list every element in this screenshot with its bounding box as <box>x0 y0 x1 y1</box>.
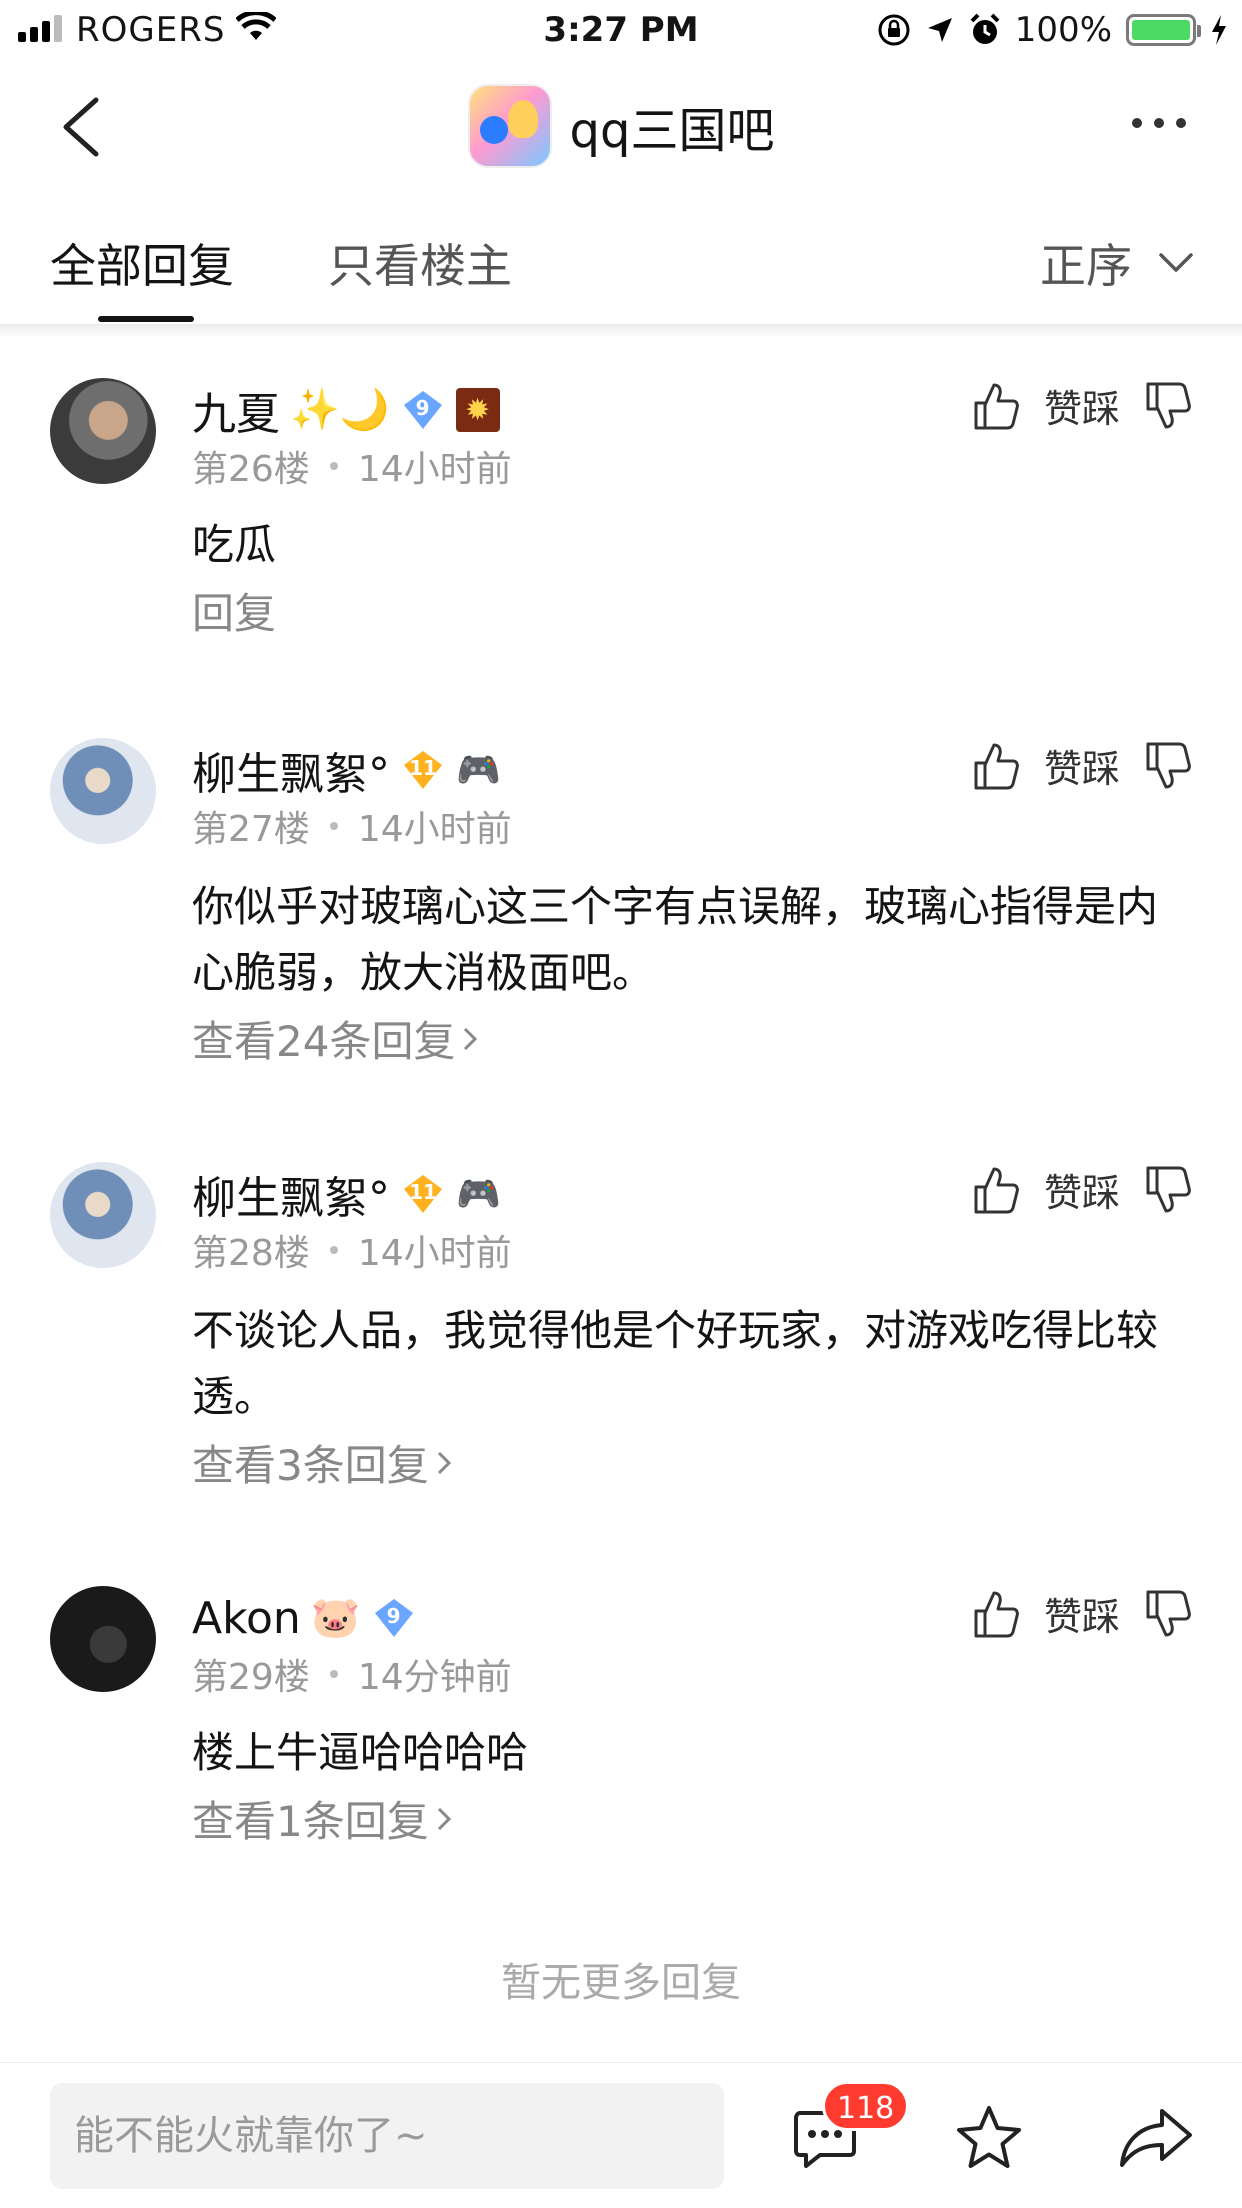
level-badge: 11 <box>400 747 446 793</box>
reply-content: 你似乎对玻璃心这三个字有点误解，玻璃心指得是内心脆弱，放大消极面吧。 <box>192 882 1159 997</box>
medal-icon: ✹ <box>455 388 500 432</box>
reply-content: 不谈论人品，我觉得他是个好玩家，对游戏吃得比较透。 <box>192 1306 1159 1421</box>
vote-label: 赞踩 <box>1043 747 1120 791</box>
forum-name: qq三国吧 <box>569 103 775 159</box>
tabs-divider <box>0 324 1242 338</box>
thumbs-up-icon[interactable] <box>972 1589 1020 1639</box>
reply-content: 楼上牛逼哈哈哈哈 <box>192 1728 529 1777</box>
view-replies-link[interactable]: 查看24条回复 <box>192 1008 479 1069</box>
reply-item: 九夏 ✨🌙 9 ✹ 第26楼 14小时前 赞踩 吃瓜 回复 <box>0 378 1242 678</box>
sort-label: 正序 <box>1040 239 1132 293</box>
gamepad-icon: 🎮 <box>456 750 501 791</box>
reply-item: 柳生飘絮° 11 🎮 第28楼 14小时前 赞踩 不谈论人品，我觉得他是个好玩家… <box>0 1162 1242 1502</box>
vote-label: 赞踩 <box>1043 1171 1120 1215</box>
username[interactable]: 柳生飘絮° <box>192 1162 390 1226</box>
location-icon <box>927 18 952 42</box>
share-icon[interactable] <box>1118 2105 1194 2171</box>
reply-tabs: 全部回复 只看楼主 正序 <box>0 212 1242 324</box>
post-time: 14分钟前 <box>357 1657 512 1698</box>
floor-number: 第27楼 <box>192 809 310 850</box>
thumbs-down-icon[interactable] <box>1144 381 1192 431</box>
reply-item: Akon 🐷 9 第29楼 14分钟前 赞踩 楼上牛逼哈哈哈哈 查看1条回复 <box>0 1586 1242 1876</box>
level-badge: 11 <box>400 1171 446 1217</box>
level-badge: 9 <box>371 1595 417 1641</box>
no-more-replies: 暂无更多回复 <box>501 1960 741 2006</box>
tab-active-indicator <box>98 316 194 322</box>
floor-number: 第26楼 <box>192 449 310 490</box>
chevron-down-icon <box>1159 253 1193 272</box>
alarm-icon <box>970 13 1000 44</box>
status-bar: ROGERS 3:27 PM 100% <box>0 0 1242 62</box>
reply-item: 柳生飘絮° 11 🎮 第27楼 14小时前 赞踩 你似乎对玻璃心这三个字有点误解… <box>0 738 1242 1078</box>
view-replies-link[interactable]: 查看3条回复 <box>192 1432 453 1493</box>
reply-button[interactable]: 回复 <box>192 580 276 641</box>
sort-dropdown[interactable]: 正序 <box>1040 230 1194 296</box>
reply-content: 吃瓜 <box>192 520 277 569</box>
username[interactable]: 柳生飘絮° <box>192 738 390 802</box>
forum-header[interactable]: qq三国吧 <box>0 84 1242 168</box>
username-emoji: 🐷 <box>310 1595 361 1641</box>
thumbs-down-icon[interactable] <box>1144 1165 1192 1215</box>
avatar[interactable] <box>50 378 156 484</box>
orientation-lock-icon <box>878 14 910 46</box>
post-time: 14小时前 <box>357 1233 512 1274</box>
more-dots-icon[interactable] <box>1132 118 1186 128</box>
message-count-badge: 118 <box>822 2081 910 2131</box>
avatar[interactable] <box>50 1162 156 1268</box>
view-replies-link[interactable]: 查看1条回复 <box>192 1788 453 1849</box>
avatar[interactable] <box>50 1586 156 1692</box>
vote-label: 赞踩 <box>1043 1595 1120 1639</box>
nav-bar: qq三国吧 <box>0 70 1242 182</box>
battery-icon <box>1126 14 1201 46</box>
tab-all-replies[interactable]: 全部回复 <box>50 230 234 296</box>
username-emoji: ✨🌙 <box>290 387 390 433</box>
post-time: 14小时前 <box>357 449 512 490</box>
thumbs-down-icon[interactable] <box>1144 1589 1192 1639</box>
thumbs-down-icon[interactable] <box>1144 741 1192 791</box>
gamepad-icon: 🎮 <box>456 1174 501 1215</box>
chevron-right-icon <box>464 1027 478 1050</box>
thumbs-up-icon[interactable] <box>972 1165 1020 1215</box>
forum-logo <box>467 84 552 168</box>
chevron-right-icon <box>437 1807 451 1830</box>
star-icon[interactable] <box>954 2103 1024 2173</box>
battery-percent: 100% <box>1014 10 1112 50</box>
level-badge: 9 <box>400 387 446 433</box>
thumbs-up-icon[interactable] <box>972 381 1020 431</box>
username[interactable]: Akon <box>192 1593 301 1644</box>
thumbs-up-icon[interactable] <box>972 741 1020 791</box>
floor-number: 第29楼 <box>192 1657 310 1698</box>
avatar[interactable] <box>50 738 156 844</box>
post-time: 14小时前 <box>357 809 512 850</box>
comment-input[interactable] <box>50 2083 724 2189</box>
floor-number: 第28楼 <box>192 1233 310 1274</box>
bottom-bar: 118 <box>0 2062 1242 2208</box>
chevron-right-icon <box>437 1451 451 1474</box>
username[interactable]: 九夏 <box>192 378 280 442</box>
tab-owner-only[interactable]: 只看楼主 <box>328 230 512 296</box>
vote-label: 赞踩 <box>1043 387 1120 431</box>
charging-icon <box>1212 15 1226 45</box>
